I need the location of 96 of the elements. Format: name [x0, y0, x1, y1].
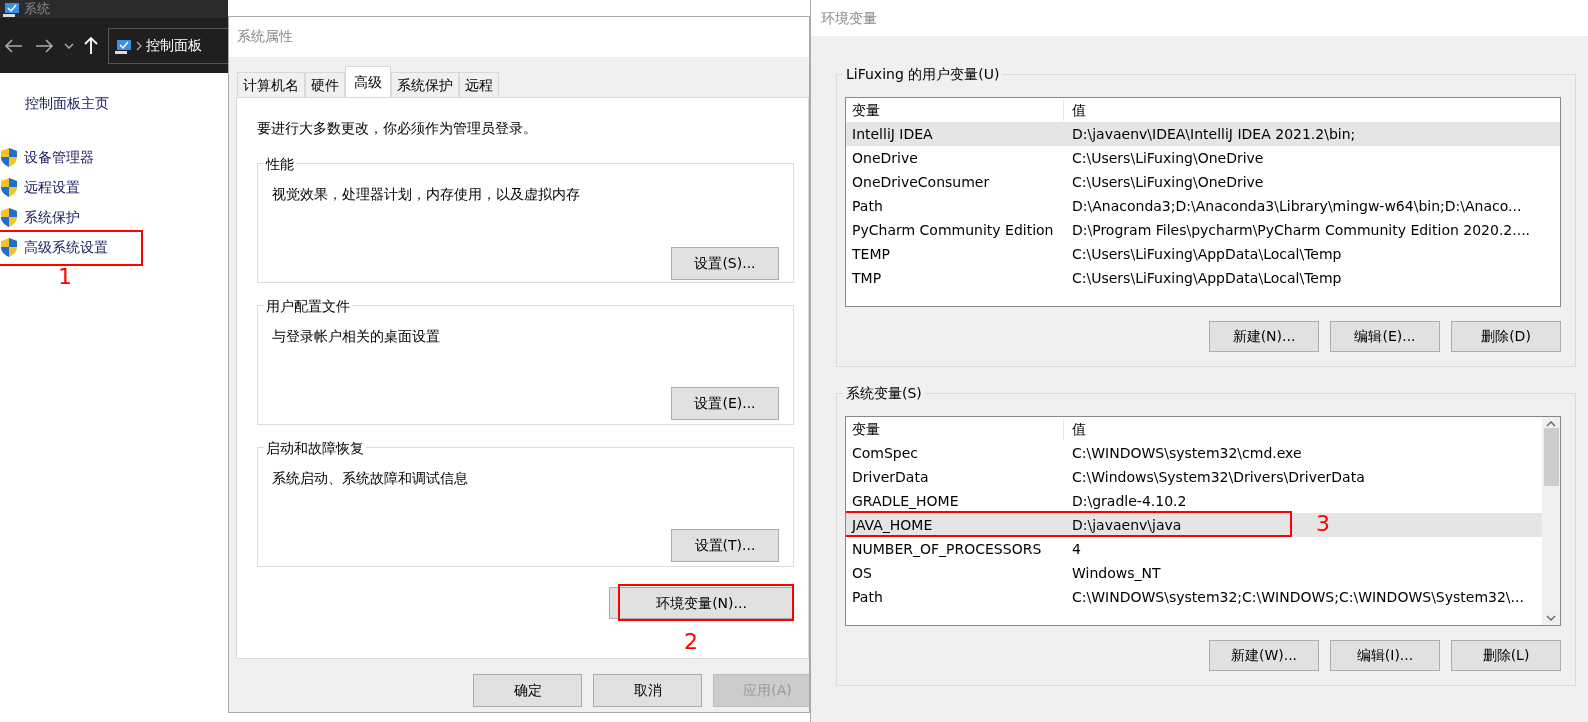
shield-icon	[0, 236, 18, 258]
group-description: 视觉效果，处理器计划，内存使用，以及虚拟内存	[272, 185, 581, 204]
list-row[interactable]: TMP C:\Users\LiFuxing\AppData\Local\Temp	[846, 266, 1560, 290]
variable-name: TMP	[851, 268, 883, 288]
shield-icon	[0, 206, 18, 228]
window-title: 系统	[24, 0, 50, 19]
variable-name: OS	[851, 563, 873, 583]
variable-name: Path	[851, 587, 884, 607]
list-button[interactable]: 删除(D)	[1451, 321, 1561, 352]
list-button[interactable]: 删除(L)	[1451, 640, 1561, 671]
variable-name: OneDriveConsumer	[851, 172, 991, 192]
dialog-title: 环境变量	[811, 0, 1588, 36]
list-row[interactable]: ComSpec C:\WINDOWS\system32\cmd.exe	[846, 441, 1542, 465]
list-row[interactable]: OS Windows_NT	[846, 561, 1542, 585]
dialog-button[interactable]: 确定	[473, 674, 582, 707]
sidebar-link[interactable]: 远程设置	[24, 176, 80, 198]
annotation-number: 3	[1316, 513, 1330, 535]
group-title: LiFuxing 的用户变量(U)	[843, 64, 1003, 85]
variable-name: ComSpec	[851, 443, 920, 463]
list-button[interactable]: 编辑(E)...	[1330, 321, 1440, 352]
variable-name: DriverData	[851, 467, 930, 487]
list-button[interactable]: 新建(N)...	[1209, 321, 1319, 352]
variable-name: JAVA_HOME	[850, 515, 934, 535]
sidebar-link[interactable]: 高级系统设置	[24, 236, 108, 258]
tab[interactable]: 硬件	[305, 72, 345, 97]
list-row[interactable]: Path C:\WINDOWS\system32;C:\WINDOWS;C:\WINDOWS\System32\...	[846, 585, 1542, 609]
address-bar[interactable]: 控制面板	[108, 27, 228, 64]
settings-button[interactable]: 设置(E)...	[671, 387, 779, 420]
variable-name: IntelliJ IDEA	[851, 124, 934, 144]
shield-icon	[0, 176, 18, 198]
variable-name: Path	[851, 196, 884, 216]
list-row[interactable]: PyCharm Community Edition D:\Program Files\pycharm\PyCharm Community Edition 2020.2....	[846, 218, 1560, 242]
variable-value: 4	[1071, 539, 1081, 559]
environment-variables-button[interactable]: 环境变量(N)...	[609, 587, 794, 619]
variable-value: C:\Users\LiFuxing\OneDrive	[1071, 148, 1264, 168]
forward-icon[interactable]	[34, 37, 54, 54]
list-row[interactable]: DriverData C:\Windows\System32\Drivers\DriverData	[846, 465, 1542, 489]
variable-value: C:\Users\LiFuxing\OneDrive	[1071, 172, 1264, 192]
computer-icon	[2, 1, 20, 17]
column-header[interactable]: 变量	[846, 418, 1064, 440]
home-link[interactable]: 控制面板主页	[25, 93, 228, 114]
variable-value: C:\WINDOWS\system32;C:\WINDOWS;C:\WINDOWS\System32\...	[1071, 587, 1524, 607]
list-row[interactable]: JAVA_HOME D:\javaenv\java 3	[846, 513, 1542, 537]
variable-value: D:\Program Files\pycharm\PyCharm Community Edition 2020.2....	[1071, 220, 1531, 240]
variable-name: TEMP	[851, 244, 891, 264]
variable-value: D:\javaenv\IDEA\IntelliJ IDEA 2021.2\bin;	[1071, 124, 1356, 144]
variable-value: Windows_NT	[1071, 563, 1161, 583]
column-header[interactable]: 变量	[846, 99, 1064, 121]
tab[interactable]: 远程	[459, 72, 499, 97]
list-row[interactable]: OneDrive C:\Users\LiFuxing\OneDrive	[846, 146, 1560, 170]
dialog-button[interactable]: 取消	[593, 674, 702, 707]
annotation-number: 2	[684, 631, 698, 653]
scroll-up-icon[interactable]	[1546, 420, 1556, 428]
variable-name: OneDrive	[851, 148, 919, 168]
column-header[interactable]: 值	[1064, 418, 1086, 440]
variable-value: C:\WINDOWS\system32\cmd.exe	[1071, 443, 1302, 463]
chevron-down-icon[interactable]	[64, 42, 74, 49]
variable-name: GRADLE_HOME	[851, 491, 960, 511]
list-row[interactable]: OneDriveConsumer C:\Users\LiFuxing\OneDrive	[846, 170, 1560, 194]
shield-icon	[0, 146, 18, 168]
tab[interactable]: 计算机名	[237, 72, 305, 97]
list-button[interactable]: 新建(W)...	[1209, 640, 1319, 671]
computer-icon	[114, 37, 132, 54]
variable-value: D:\Anaconda3;D:\Anaconda3\Library\mingw-w64\bin;D:\Anaco...	[1071, 196, 1522, 216]
tab[interactable]: 系统保护	[391, 72, 459, 97]
scroll-down-icon[interactable]	[1546, 614, 1556, 622]
notice-text: 要进行大多数更改，你必须作为管理员登录。	[257, 119, 538, 138]
scroll-thumb[interactable]	[1543, 428, 1559, 486]
list-row[interactable]: Path D:\Anaconda3;D:\Anaconda3\Library\mingw-w64\bin;D:\Anaco...	[846, 194, 1560, 218]
column-header[interactable]: 值	[1064, 99, 1086, 121]
list-row[interactable]: GRADLE_HOME D:\gradle-4.10.2	[846, 489, 1542, 513]
up-arrow-icon[interactable]	[84, 36, 98, 55]
address-text: 控制面板	[146, 36, 202, 55]
variable-name: NUMBER_OF_PROCESSORS	[851, 539, 1043, 559]
annotation-number: 1	[58, 266, 72, 288]
list-button[interactable]: 编辑(I)...	[1330, 640, 1440, 671]
list-row[interactable]: NUMBER_OF_PROCESSORS 4	[846, 537, 1542, 561]
scrollbar[interactable]	[1542, 417, 1560, 625]
tab[interactable]: 高级	[345, 66, 391, 97]
variable-value: D:\gradle-4.10.2	[1071, 491, 1187, 511]
variable-value: D:\javaenv\java	[1071, 515, 1182, 535]
list-row[interactable]: TEMP C:\Users\LiFuxing\AppData\Local\Temp	[846, 242, 1560, 266]
list-row[interactable]: IntelliJ IDEA D:\javaenv\IDEA\IntelliJ IDEA 2021.2\bin;	[846, 122, 1560, 146]
sidebar-link[interactable]: 设备管理器	[24, 146, 94, 168]
variable-value: C:\Users\LiFuxing\AppData\Local\Temp	[1071, 268, 1342, 288]
dialog-title: 系统属性	[229, 17, 809, 57]
variable-name: PyCharm Community Edition	[851, 220, 1055, 240]
chevron-right-icon	[136, 40, 142, 51]
back-icon[interactable]	[4, 37, 24, 54]
settings-button[interactable]: 设置(T)...	[671, 529, 779, 562]
group-description: 与登录帐户相关的桌面设置	[272, 327, 441, 346]
group-description: 系统启动、系统故障和调试信息	[272, 469, 469, 488]
sidebar-link[interactable]: 系统保护	[24, 206, 80, 228]
variable-value: C:\Users\LiFuxing\AppData\Local\Temp	[1071, 244, 1342, 264]
variable-value: C:\Windows\System32\Drivers\DriverData	[1071, 467, 1365, 487]
settings-button[interactable]: 设置(S)...	[671, 247, 779, 280]
